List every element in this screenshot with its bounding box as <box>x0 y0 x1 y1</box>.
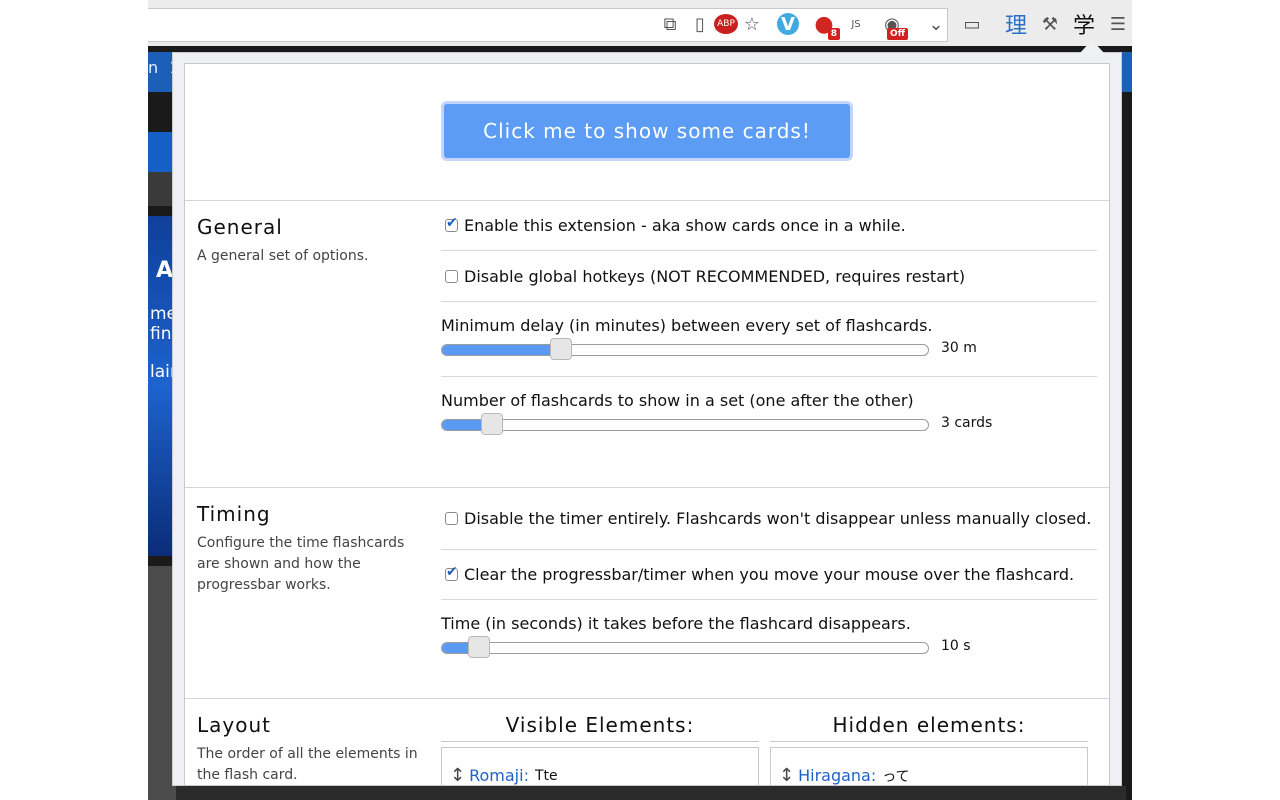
page-action-icon-glyph: ⧉ <box>663 13 677 35</box>
hammer-icon[interactable]: ⚒ <box>1038 10 1062 38</box>
menu-icon[interactable]: ☰ <box>1106 10 1130 38</box>
kanji-ri-icon-glyph: 理 <box>1004 14 1027 39</box>
adblock-icon[interactable]: ABP <box>714 10 738 38</box>
time-slider-value: 10 s <box>941 638 971 654</box>
layout-section: Layout The order of all the elements in … <box>185 699 1109 785</box>
js-icon-glyph: JS <box>851 18 861 30</box>
visible-elements-rule <box>441 741 759 742</box>
cast-icon-glyph: ▭ <box>963 13 981 35</box>
delay-slider-track[interactable] <box>441 344 929 356</box>
timing-options: Disable the timer entirely. Flashcards w… <box>441 488 1097 696</box>
element-key: Hiragana: <box>798 766 877 785</box>
disable-hotkeys-label: Disable global hotkeys (NOT RECOMMENDED,… <box>464 266 966 286</box>
enable-extension-label: Enable this extension - aka show cards o… <box>464 216 906 235</box>
delay-slider-thumb[interactable] <box>550 338 572 360</box>
general-title: General <box>197 215 283 239</box>
page-action-icon[interactable]: ⧉ <box>658 10 682 38</box>
pocket-icon[interactable]: ⌄ <box>924 10 948 38</box>
layout-description: The order of all the elements in the fla… <box>197 746 418 783</box>
pocket-icon-glyph: ⌄ <box>928 13 944 35</box>
cast-icon[interactable]: ▭ <box>960 10 984 38</box>
visible-element-item[interactable]: ↕ Romaji: Tte <box>450 765 558 785</box>
hidden-elements-list: ↕ Hiragana: って <box>770 747 1088 785</box>
js-icon[interactable]: JS <box>844 10 868 38</box>
kanji-gaku-icon[interactable]: 学 <box>1072 10 1096 39</box>
vimeo-icon-glyph: V <box>777 13 799 35</box>
star-icon-glyph: ☆ <box>743 13 761 35</box>
off-icon[interactable]: ◉ Off <box>880 10 908 40</box>
time-slider-row: Time (in seconds) it takes before the fl… <box>441 600 1097 696</box>
visible-elements-list: ↕ Romaji: Tte <box>441 747 759 785</box>
clear-progress-row: Clear the progressbar/timer when you mov… <box>441 550 1097 600</box>
enable-extension-checkbox[interactable] <box>445 215 458 232</box>
element-value: って <box>882 768 910 785</box>
kanji-ri-icon[interactable]: 理 <box>1004 10 1028 39</box>
delay-slider-fill <box>442 345 562 355</box>
visible-elements-header: Visible Elements: <box>505 713 695 737</box>
general-section: General A general set of options. Enable… <box>185 201 1109 488</box>
menu-icon-glyph: ☰ <box>1109 13 1127 35</box>
extension-badge-icon[interactable]: ● 8 <box>812 10 840 40</box>
timing-description: Configure the time flashcards are shown … <box>197 535 405 593</box>
count-slider-track[interactable] <box>441 419 929 431</box>
count-slider-row: Number of flashcards to show in a set (o… <box>441 377 1097 451</box>
hidden-elements-rule <box>770 741 1088 742</box>
count-slider-thumb[interactable] <box>481 413 503 435</box>
clear-progress-label: Clear the progressbar/timer when you mov… <box>464 565 1075 584</box>
phone-icon-glyph: ▯ <box>695 13 705 35</box>
general-description: A general set of options. <box>197 248 369 264</box>
delay-slider-value: 30 m <box>941 340 977 356</box>
count-slider-value: 3 cards <box>941 415 993 431</box>
kanji-gaku-icon-glyph: 学 <box>1072 14 1095 39</box>
hidden-elements-header: Hidden elements: <box>832 713 1026 737</box>
background-letter: A <box>156 258 174 283</box>
drag-handle-icon[interactable]: ↕ <box>779 765 794 785</box>
drag-handle-icon[interactable]: ↕ <box>450 765 465 785</box>
phone-icon[interactable]: ▯ <box>688 10 712 38</box>
time-slider-thumb[interactable] <box>468 636 490 658</box>
star-icon[interactable]: ☆ <box>740 10 764 38</box>
time-slider-label: Time (in seconds) it takes before the fl… <box>441 614 911 633</box>
disable-timer-row: Disable the timer entirely. Flashcards w… <box>441 488 1097 550</box>
hero-section: Click me to show some cards! <box>185 64 1109 201</box>
time-slider-track[interactable] <box>441 642 929 654</box>
browser-toolbar: ⧉ ▯ ABP ☆ V ● 8 JS ◉ Off ⌄ ▭ 理 ⚒ 学 ☰ <box>148 0 1132 46</box>
background-text-2: fin <box>150 324 172 344</box>
general-options: Enable this extension - aka show cards o… <box>441 201 1097 451</box>
adblock-icon-glyph: ABP <box>714 14 738 34</box>
enable-extension-row: Enable this extension - aka show cards o… <box>441 201 1097 251</box>
disable-timer-label: Disable the timer entirely. Flashcards w… <box>464 509 1092 528</box>
hidden-element-item[interactable]: ↕ Hiragana: って <box>779 765 910 785</box>
vimeo-icon[interactable]: V <box>776 10 800 38</box>
element-key: Romaji: <box>469 766 529 785</box>
delay-slider-row: Minimum delay (in minutes) between every… <box>441 302 1097 377</box>
background-bottom <box>176 786 1126 800</box>
delay-slider-label: Minimum delay (in minutes) between every… <box>441 316 933 335</box>
timing-section: Timing Configure the time flashcards are… <box>185 488 1109 699</box>
element-value: Tte <box>534 767 558 784</box>
layout-title: Layout <box>197 713 271 737</box>
extension-badge-icon-badge: 8 <box>827 28 840 40</box>
hammer-icon-glyph: ⚒ <box>1041 13 1059 35</box>
disable-hotkeys-checkbox[interactable] <box>445 269 458 283</box>
timing-title: Timing <box>197 502 271 526</box>
off-icon-badge: Off <box>887 28 908 40</box>
disable-hotkeys-row: Disable global hotkeys (NOT RECOMMENDED,… <box>441 251 1097 302</box>
clear-progress-checkbox[interactable] <box>445 564 458 581</box>
popup-arrow <box>1080 40 1104 53</box>
count-slider-label: Number of flashcards to show in a set (o… <box>441 391 914 410</box>
disable-timer-checkbox[interactable] <box>445 512 458 525</box>
extension-popup: Click me to show some cards! General A g… <box>184 63 1110 786</box>
show-cards-button[interactable]: Click me to show some cards! <box>441 101 853 161</box>
